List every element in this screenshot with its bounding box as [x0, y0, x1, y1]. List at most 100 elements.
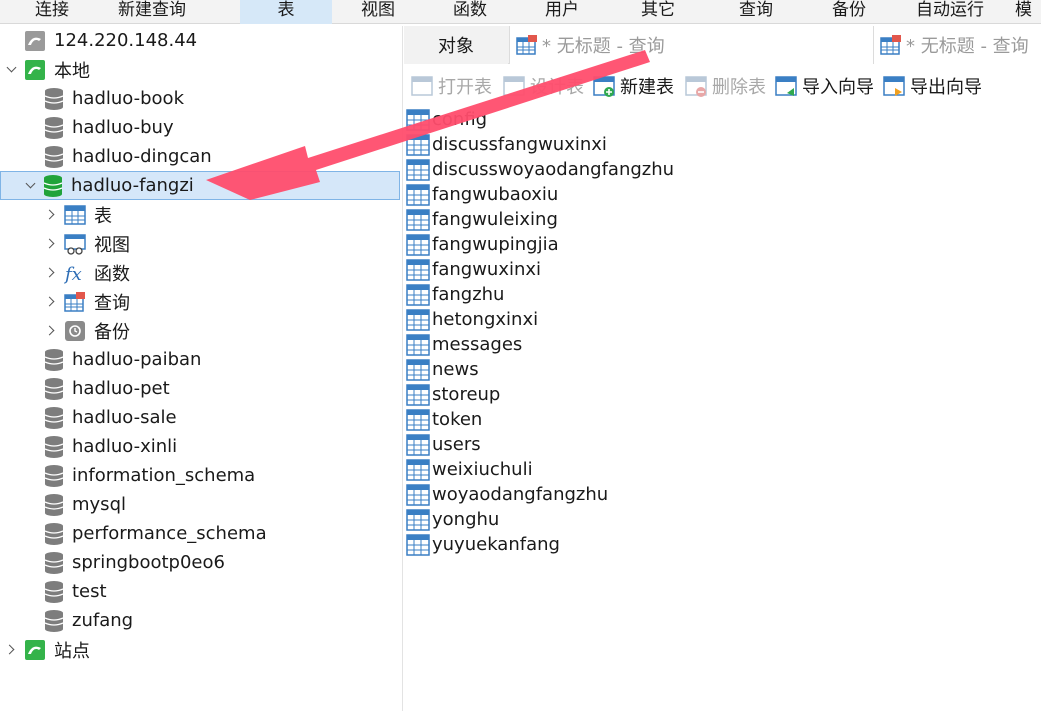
tree-item-db-hadluo-xinli[interactable]: hadluo-xinli — [44, 432, 177, 461]
navicat-window: 连接 新建查询 表 视图 函数 用户 其它 查询 备份 自动运行 模 124.2… — [0, 0, 1041, 711]
table-item[interactable]: fangwupingjia — [406, 232, 559, 257]
chevron-down-icon[interactable] — [23, 178, 39, 194]
database-label: performance_schema — [72, 523, 267, 544]
tree-item-db-hadluo-buy[interactable]: hadluo-buy — [44, 113, 174, 142]
table-icon — [406, 508, 430, 531]
function-icon: fx — [64, 264, 82, 284]
tree-item-queries[interactable]: 查询 — [44, 287, 130, 316]
tree-item-db-hadluo-fangzi[interactable]: hadluo-fangzi — [0, 171, 400, 200]
table-item[interactable]: messages — [406, 332, 522, 357]
table-item[interactable]: fangwuxinxi — [406, 257, 541, 282]
database-icon — [44, 551, 64, 574]
tree-item-local-connection[interactable]: 本地 — [0, 55, 90, 84]
import-wizard-button[interactable]: 导入向导 — [774, 72, 874, 100]
tree-item-views[interactable]: 视图 — [44, 229, 130, 258]
chevron-right-icon[interactable] — [44, 236, 60, 252]
table-item[interactable]: woyaodangfangzhu — [406, 482, 608, 507]
tab-untitled-query-1[interactable]: * 无标题 - 查询 — [509, 26, 873, 64]
tree-item-db-hadluo-book[interactable]: hadluo-book — [44, 84, 184, 113]
tab-objects[interactable]: 对象 — [404, 26, 508, 64]
menu-views[interactable]: 视图 — [332, 0, 424, 24]
tree-item-db-zufang[interactable]: zufang — [44, 606, 133, 635]
tree-item-db-test[interactable]: test — [44, 577, 107, 606]
table-item[interactable]: news — [406, 357, 479, 382]
table-icon — [406, 233, 430, 256]
table-item[interactable]: fangwubaoxiu — [406, 182, 558, 207]
table-item[interactable]: weixiuchuli — [406, 457, 533, 482]
database-label: hadluo-paiban — [72, 349, 202, 370]
database-label: test — [72, 581, 107, 602]
tree-item-db-hadluo-pet[interactable]: hadluo-pet — [44, 374, 170, 403]
site-label: 站点 — [54, 640, 90, 662]
tree-item-db-hadluo-sale[interactable]: hadluo-sale — [44, 403, 177, 432]
table-item[interactable]: discussfangwuxinxi — [406, 132, 607, 157]
table-item[interactable]: hetongxinxi — [406, 307, 538, 332]
menu-automation[interactable]: 自动运行 — [894, 0, 1006, 24]
table-icon — [406, 333, 430, 356]
table-icon — [406, 533, 430, 556]
tree-item-functions[interactable]: fx 函数 — [44, 258, 130, 287]
tab-label: * 无标题 - 查询 — [906, 36, 1029, 57]
tree-item-db-information-schema[interactable]: information_schema — [44, 461, 255, 490]
menu-functions[interactable]: 函数 — [424, 0, 516, 24]
menu-queries[interactable]: 查询 — [708, 0, 804, 24]
table-icon — [406, 408, 430, 431]
menu-new-query[interactable]: 新建查询 — [104, 0, 200, 24]
tree-item-db-hadluo-paiban[interactable]: hadluo-paiban — [44, 345, 201, 374]
table-icon — [406, 258, 430, 281]
chevron-right-icon[interactable] — [4, 642, 20, 658]
database-icon — [44, 377, 64, 400]
tree-item-db-performance-schema[interactable]: performance_schema — [44, 519, 267, 548]
table-name: fangzhu — [432, 284, 505, 305]
tree-item-site[interactable]: 站点 — [0, 635, 90, 664]
table-object-list: config discussfangwuxinxi discusswoyaoda… — [404, 104, 1041, 711]
tree-item-db-hadluo-dingcan[interactable]: hadluo-dingcan — [44, 142, 212, 171]
tab-untitled-query-2[interactable]: * 无标题 - 查询 — [873, 26, 1041, 64]
design-table-button[interactable]: 设计表 — [502, 72, 584, 100]
table-item[interactable]: yuyuekanfang — [406, 532, 560, 557]
table-item[interactable]: users — [406, 432, 481, 457]
database-icon — [44, 116, 64, 139]
menu-tables[interactable]: 表 — [240, 0, 332, 24]
chevron-right-icon[interactable] — [44, 294, 60, 310]
export-wizard-button[interactable]: 导出向导 — [882, 72, 982, 100]
mysql-connection-icon — [25, 30, 45, 51]
table-name: messages — [432, 334, 523, 355]
menu-backup[interactable]: 备份 — [804, 0, 894, 24]
table-item[interactable]: fangwuleixing — [406, 207, 558, 232]
button-label: 打开表 — [438, 77, 492, 98]
chevron-down-icon[interactable] — [4, 62, 20, 78]
query-icon — [64, 291, 85, 312]
table-item[interactable]: token — [406, 407, 482, 432]
tree-item-backups[interactable]: 备份 — [44, 316, 130, 345]
site-icon — [25, 639, 45, 660]
design-table-icon — [503, 76, 525, 96]
table-item[interactable]: config — [406, 107, 487, 132]
menu-connect[interactable]: 连接 — [0, 0, 104, 24]
open-table-button[interactable]: 打开表 — [410, 72, 492, 100]
menu-others[interactable]: 其它 — [608, 0, 708, 24]
new-table-button[interactable]: 新建表 — [592, 72, 674, 100]
delete-table-button[interactable]: 删除表 — [684, 72, 766, 100]
table-icon — [406, 283, 430, 306]
database-icon — [44, 348, 64, 371]
chevron-right-icon[interactable] — [44, 207, 60, 223]
tree-item-db-mysql[interactable]: mysql — [44, 490, 126, 519]
table-item[interactable]: storeup — [406, 382, 500, 407]
table-item[interactable]: discusswoyaodangfangzhu — [406, 157, 674, 182]
chevron-right-icon[interactable] — [44, 323, 60, 339]
button-label: 删除表 — [712, 77, 766, 98]
tree-item-remote-connection[interactable]: 124.220.148.44 — [0, 26, 197, 55]
table-item[interactable]: yonghu — [406, 507, 499, 532]
database-label: hadluo-pet — [72, 378, 170, 399]
database-label: hadluo-fangzi — [71, 175, 194, 196]
table-item[interactable]: fangzhu — [406, 282, 504, 307]
tree-item-tables[interactable]: 表 — [44, 200, 112, 229]
menu-users[interactable]: 用户 — [516, 0, 608, 24]
menu-models[interactable]: 模 — [1006, 0, 1041, 24]
chevron-right-icon[interactable] — [44, 265, 60, 281]
table-name: yuyuekanfang — [432, 534, 560, 555]
database-icon — [44, 406, 64, 429]
table-name: fangwuxinxi — [432, 259, 542, 280]
tree-item-db-springbootp0eo6[interactable]: springbootp0eo6 — [44, 548, 225, 577]
